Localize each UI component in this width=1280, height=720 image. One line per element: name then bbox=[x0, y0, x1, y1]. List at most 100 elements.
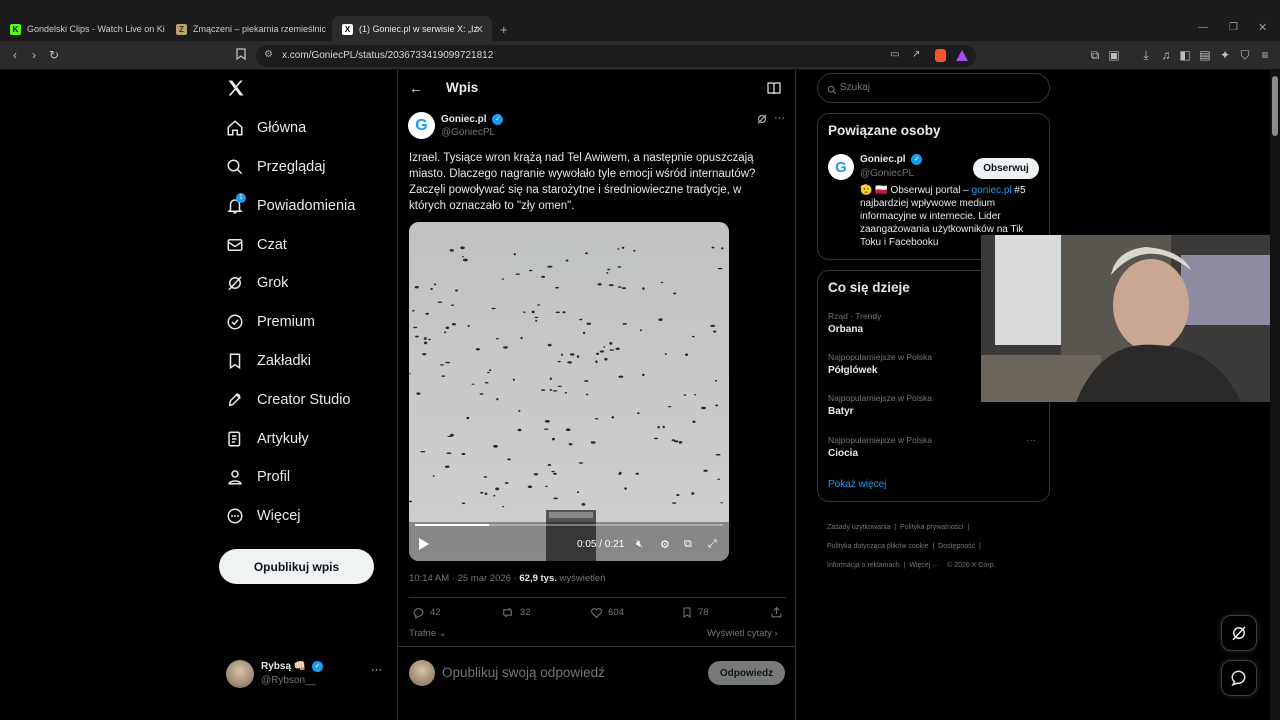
show-more-link[interactable]: Pokaż więcej bbox=[828, 479, 886, 490]
crow-bird bbox=[515, 273, 520, 275]
wallet-icon[interactable]: ▤ bbox=[1198, 48, 1212, 62]
extensions-icon[interactable]: ⧉ bbox=[1088, 48, 1102, 62]
crow-bird bbox=[642, 287, 645, 290]
related-name-row[interactable]: Goniec.pl ✓ bbox=[860, 154, 923, 165]
reply-submit-button[interactable]: Odpowiedz bbox=[708, 661, 785, 685]
reload-icon[interactable]: ↻ bbox=[47, 48, 61, 62]
nav-profile[interactable]: Profil bbox=[225, 462, 290, 492]
reply-input[interactable]: Opublikuj swoją odpowiedź bbox=[442, 665, 605, 680]
messages-float-button[interactable] bbox=[1221, 660, 1257, 696]
tab-gondelski[interactable]: K Gondelski Clips - Watch Live on Kick bbox=[0, 16, 165, 42]
cast-icon[interactable]: ▭ bbox=[890, 49, 899, 60]
wallet-ext-icon[interactable]: ▣ bbox=[1107, 48, 1121, 62]
nav-chat[interactable]: Czat bbox=[225, 230, 287, 260]
publish-post-button[interactable]: Opublikuj wpis bbox=[219, 549, 374, 584]
back-arrow-icon[interactable]: ← bbox=[409, 80, 423, 96]
vpn-icon[interactable]: ⛉ bbox=[1238, 48, 1252, 62]
view-quotes-link[interactable]: Wyświetl cytaty › bbox=[707, 628, 778, 639]
close-window-icon[interactable]: ✕ bbox=[1258, 21, 1267, 34]
back-icon[interactable]: ‹ bbox=[8, 48, 22, 62]
restore-icon[interactable]: ❐ bbox=[1229, 22, 1238, 33]
close-tab-icon[interactable]: ✕ bbox=[475, 23, 484, 36]
trend-more-icon[interactable]: ··· bbox=[1026, 435, 1036, 446]
nav-articles[interactable]: Artykuły bbox=[225, 424, 309, 454]
video-progress-track[interactable] bbox=[415, 524, 723, 526]
scrollbar-thumb[interactable] bbox=[1272, 76, 1278, 136]
sort-relevant-dropdown[interactable]: Trafne ⌄ bbox=[409, 628, 447, 639]
search-input[interactable]: Szukaj bbox=[817, 73, 1050, 103]
x-logo-icon[interactable] bbox=[226, 78, 246, 103]
nav-notifications[interactable]: 1 Powiadomienia bbox=[225, 191, 355, 221]
trend-item[interactable]: Najpopularniejsze w Polska Ciocia bbox=[828, 435, 932, 459]
pip-icon[interactable]: ⧉ bbox=[684, 538, 692, 551]
brave-rewards-icon[interactable] bbox=[956, 50, 968, 61]
avatar bbox=[409, 660, 435, 686]
like-button[interactable]: 604 bbox=[590, 606, 624, 619]
grok-explain-icon[interactable] bbox=[756, 113, 768, 128]
crow-bird bbox=[595, 360, 598, 364]
play-icon[interactable] bbox=[419, 538, 429, 550]
account-name-row: Rybsą 👊🏻 ✓ bbox=[261, 661, 324, 672]
trend-item[interactable]: Rząd · Trendy Orbana bbox=[828, 311, 881, 335]
reader-view-icon[interactable] bbox=[767, 81, 781, 99]
repost-icon bbox=[503, 607, 512, 618]
tab-zmaczeni[interactable]: Z Zmączeni – piekarnia rzemieślnicza o bbox=[166, 16, 326, 42]
reply-button[interactable]: 42 bbox=[412, 606, 441, 619]
nav-premium[interactable]: Premium bbox=[225, 307, 315, 337]
site-settings-icon[interactable]: ⚙ bbox=[264, 49, 273, 60]
account-switcher[interactable]: Rybsą 👊🏻 ✓ @Rybson__ ··· bbox=[226, 658, 386, 690]
footer-link[interactable]: Więcej ··· bbox=[909, 562, 939, 569]
minimize-icon[interactable]: — bbox=[1198, 22, 1208, 33]
share-button[interactable] bbox=[770, 606, 788, 619]
bell-icon: 1 bbox=[225, 193, 246, 216]
address-toolbar: ‹ › ↻ ⚙ x.com/GoniecPL/status/2036733419… bbox=[0, 42, 1280, 70]
share-icon[interactable]: ↗ bbox=[912, 49, 920, 60]
trend-item[interactable]: Najpopularniejsze w Polska Półglówek bbox=[828, 352, 932, 376]
forward-icon[interactable]: › bbox=[27, 48, 41, 62]
bookmark-page-icon[interactable] bbox=[234, 48, 248, 62]
footer-link[interactable]: Polityka prywatności bbox=[900, 524, 963, 531]
trend-item[interactable]: Najpopularniejsze w Polska Batyr bbox=[828, 393, 932, 417]
post-more-icon[interactable]: ··· bbox=[774, 112, 785, 124]
url-bar[interactable]: ⚙ x.com/GoniecPL/status/2036733419099721… bbox=[256, 45, 976, 67]
crow-bird bbox=[617, 286, 622, 288]
tab-goniec[interactable]: X (1) Goniec.pl w serwisie X: „Izrael ✕ bbox=[332, 16, 492, 42]
nav-creator-studio[interactable]: Creator Studio bbox=[225, 385, 351, 415]
crow-bird bbox=[717, 267, 723, 270]
nav-explore[interactable]: Przeglądaj bbox=[225, 152, 326, 182]
author-handle[interactable]: @GoniecPL bbox=[441, 127, 495, 138]
grok-float-button[interactable] bbox=[1221, 615, 1257, 651]
menu-icon[interactable]: ≡ bbox=[1258, 48, 1272, 62]
brave-shield-icon[interactable] bbox=[935, 49, 946, 62]
repost-button[interactable]: 32 bbox=[500, 606, 531, 619]
crow-bird bbox=[504, 482, 509, 484]
premium-icon bbox=[225, 312, 245, 332]
footer-link[interactable]: Zasady użytkowania bbox=[827, 524, 890, 531]
video-player[interactable]: 0:05 / 0:21 🔇︎ ⚙ ⧉ ⤢ bbox=[409, 222, 729, 561]
related-avatar[interactable]: G bbox=[828, 154, 854, 180]
media-icon[interactable]: ♫ bbox=[1159, 48, 1173, 62]
mute-icon[interactable]: 🔇︎ bbox=[636, 538, 643, 551]
nav-grok[interactable]: Grok bbox=[225, 268, 288, 298]
fullscreen-icon[interactable]: ⤢ bbox=[708, 538, 717, 551]
bio-link[interactable]: goniec.pl bbox=[972, 185, 1012, 196]
footer-link[interactable]: Dostępność bbox=[938, 543, 975, 550]
sidebar-toggle-icon[interactable]: ◧ bbox=[1178, 48, 1192, 62]
footer-link[interactable]: Polityka dotycząca plików cookie bbox=[827, 543, 929, 550]
author-avatar[interactable]: G bbox=[408, 112, 435, 139]
new-tab-icon[interactable]: + bbox=[500, 22, 508, 37]
footer-link[interactable]: Informacja o reklamach bbox=[827, 562, 900, 569]
nav-more[interactable]: Więcej bbox=[225, 501, 301, 531]
account-more-icon[interactable]: ··· bbox=[371, 664, 382, 676]
crow-bird bbox=[617, 266, 622, 268]
settings-gear-icon[interactable]: ⚙ bbox=[660, 538, 670, 551]
downloads-icon[interactable]: ⤓ bbox=[1139, 48, 1153, 62]
leo-ai-icon[interactable]: ✦ bbox=[1218, 48, 1232, 62]
page-scrollbar[interactable] bbox=[1270, 70, 1280, 720]
bookmark-button[interactable]: 78 bbox=[681, 606, 709, 619]
nav-bookmarks[interactable]: Zakładki bbox=[225, 346, 311, 376]
author-name-row[interactable]: Goniec.pl ✓ bbox=[441, 114, 504, 125]
follow-button[interactable]: Obserwuj bbox=[973, 158, 1039, 179]
account-handle: @Rybson__ bbox=[261, 675, 317, 686]
nav-home[interactable]: Główna bbox=[225, 113, 306, 143]
